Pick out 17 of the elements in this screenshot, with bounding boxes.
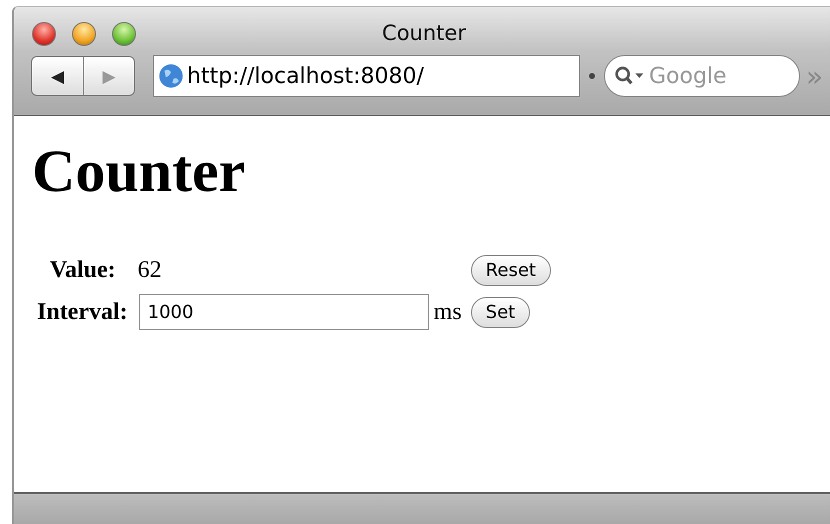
address-field[interactable]: http://localhost:8080/ — [153, 55, 580, 97]
page-heading: Counter — [32, 137, 246, 206]
zoom-button[interactable] — [112, 22, 136, 46]
value-label: Value: — [48, 256, 117, 285]
counter-value: 62 — [138, 256, 163, 285]
interval-label: Interval: — [36, 298, 129, 326]
back-button[interactable]: ◀ — [32, 57, 83, 95]
unit-label: ms — [434, 298, 463, 326]
search-field[interactable]: Google — [604, 55, 800, 97]
close-button[interactable] — [32, 22, 56, 46]
set-button[interactable]: Set — [470, 296, 530, 328]
globe-icon — [158, 63, 184, 89]
reset-button[interactable]: Reset — [470, 255, 551, 286]
window-title: Counter — [382, 21, 466, 45]
minimize-button[interactable] — [72, 22, 96, 46]
interval-input[interactable]: 1000 — [138, 294, 429, 330]
search-icon — [614, 65, 646, 87]
